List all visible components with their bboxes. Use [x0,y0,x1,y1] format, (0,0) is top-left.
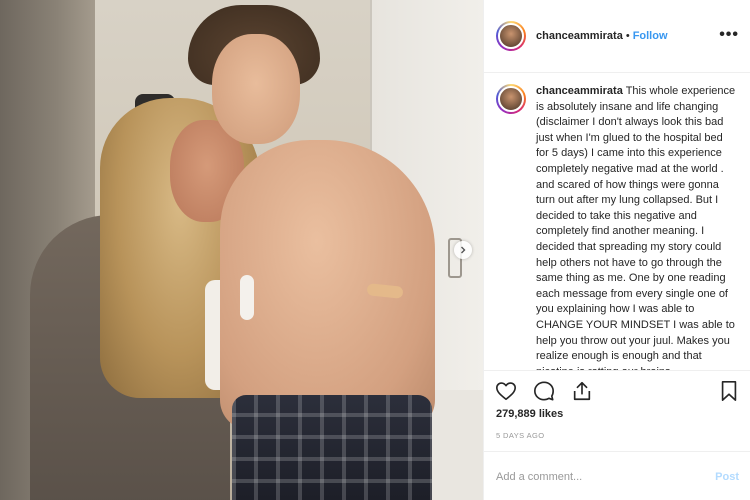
follow-button[interactable]: Follow [633,30,668,42]
comment-form: Post [484,451,750,500]
post-comment-button[interactable]: Post [715,471,739,483]
heart-icon [496,382,516,401]
share-button[interactable] [571,380,593,402]
post-date[interactable]: 5 DAYS AGO [496,431,544,440]
photo-chest-tube [240,275,254,320]
post-photo[interactable] [0,0,483,500]
like-count[interactable]: 279,889 likes [496,408,563,420]
caption: chanceammirata This whole experience is … [536,84,737,370]
chevron-right-icon [461,246,466,254]
instagram-post: chanceammirata • Follow ••• chanceammira… [0,0,750,500]
bookmark-icon [721,381,737,401]
header-separator: • [625,30,630,42]
caption-avatar[interactable] [496,84,526,114]
avatar-image [498,23,524,49]
photo-man-face [212,34,300,144]
photo-plaid-shorts [232,395,432,500]
avatar[interactable] [496,21,526,51]
caption-body: This whole experience is absolutely insa… [536,85,736,370]
more-options-icon[interactable]: ••• [719,27,739,43]
comment-input[interactable] [496,470,716,483]
next-photo-button[interactable] [454,241,472,259]
caption-section: chanceammirata This whole experience is … [484,74,750,370]
header-username[interactable]: chanceammirata [536,30,623,42]
post-sidebar: chanceammirata • Follow ••• chanceammira… [483,0,750,500]
action-bar [495,380,593,402]
actions-section: 279,889 likes 5 DAYS AGO Post [484,370,750,500]
post-header: chanceammirata • Follow ••• [484,0,750,73]
comment-icon [534,381,554,401]
like-button[interactable] [495,380,517,402]
share-icon [573,381,591,401]
save-button[interactable] [719,380,739,402]
caption-username[interactable]: chanceammirata [536,85,623,97]
caption-avatar-image [498,86,524,112]
comment-button[interactable] [533,380,555,402]
